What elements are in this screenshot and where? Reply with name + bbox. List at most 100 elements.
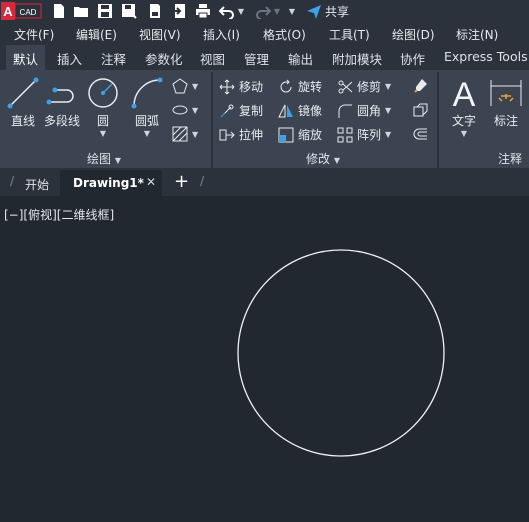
tab-insert[interactable]: 插入 xyxy=(57,49,82,68)
app-logo[interactable]: A CAD xyxy=(0,1,42,21)
menu-draw[interactable]: 绘图(D) xyxy=(392,26,435,43)
menu-format[interactable]: 格式(O) xyxy=(263,26,306,43)
text-tool-button[interactable]: A 文字 ▼ xyxy=(447,76,481,138)
undo-icon[interactable] xyxy=(218,2,236,20)
line-tool-button[interactable]: 直线 xyxy=(6,76,40,129)
ellipse-icon xyxy=(172,105,188,115)
tab-default[interactable]: 默认 xyxy=(6,45,46,70)
polygon-icon xyxy=(172,78,188,94)
trim-label: 修剪 xyxy=(357,80,382,94)
ellipse-tool-button[interactable]: ▼ xyxy=(172,102,198,118)
paper-plane-icon xyxy=(307,4,321,19)
modify-panel-title-text: 修改 xyxy=(306,152,331,166)
menu-insert[interactable]: 插入(I) xyxy=(203,26,240,43)
tab-collaborate[interactable]: 协作 xyxy=(400,49,425,68)
new-file-icon[interactable] xyxy=(50,2,68,20)
circle-tool-button[interactable]: 圆 ▼ xyxy=(86,76,120,138)
polyline-tool-button[interactable]: 多段线 xyxy=(44,76,80,129)
menu-edit[interactable]: 编辑(E) xyxy=(76,26,117,43)
polygon-tool-button[interactable]: ▼ xyxy=(172,78,198,94)
rotate-icon xyxy=(280,79,292,92)
redo-icon[interactable] xyxy=(254,2,272,20)
tab-parametric[interactable]: 参数化 xyxy=(145,49,183,68)
offset-icon xyxy=(413,128,427,140)
file-tab-drawing1[interactable]: Drawing1* xyxy=(73,176,144,190)
text-a-icon: A xyxy=(453,76,476,110)
ribbon-tab-bar: 默认 插入 注释 参数化 视图 管理 输出 附加模块 协作 Express To… xyxy=(0,45,529,71)
modify-panel-title[interactable]: 修改 ▼ xyxy=(306,150,340,167)
drawing-viewport[interactable] xyxy=(0,196,529,522)
move-label: 移动 xyxy=(239,80,264,94)
copy-icon xyxy=(220,104,234,117)
logo-letter: A xyxy=(3,4,13,19)
menu-dimension[interactable]: 标注(N) xyxy=(456,26,498,43)
print-icon[interactable] xyxy=(194,2,212,20)
move-icon xyxy=(219,79,235,94)
erase-button[interactable] xyxy=(412,78,428,94)
tab-manage[interactable]: 管理 xyxy=(244,49,269,68)
explode-button[interactable] xyxy=(412,102,428,118)
open-folder-icon[interactable] xyxy=(72,2,90,20)
close-tab-icon[interactable]: ✕ xyxy=(146,175,156,189)
save-as-icon[interactable] xyxy=(120,2,138,20)
new-tab-plus-icon[interactable]: + xyxy=(174,171,189,192)
polyline-tool-label: 多段线 xyxy=(44,114,81,128)
dimension-tool-button[interactable]: 标注 xyxy=(489,76,523,129)
tab-separator: / xyxy=(200,174,205,188)
scale-button[interactable]: 缩放 xyxy=(278,126,322,143)
draw-panel-title-text: 绘图 xyxy=(87,152,112,166)
tab-annotate[interactable]: 注释 xyxy=(101,49,126,68)
export-icon[interactable] xyxy=(170,2,188,20)
copy-button[interactable]: 复制 xyxy=(219,102,263,119)
scissors-icon xyxy=(338,80,353,93)
move-button[interactable]: 移动 xyxy=(219,78,263,95)
redo-dropdown-icon[interactable]: ▼ xyxy=(272,2,282,20)
tab-addins[interactable]: 附加模块 xyxy=(332,49,382,68)
share-button[interactable]: 共享 xyxy=(306,3,349,20)
hatch-tool-button[interactable]: ▼ xyxy=(172,126,198,142)
draw-panel-title[interactable]: 绘图 ▼ xyxy=(87,150,121,167)
save-icon[interactable] xyxy=(96,2,114,20)
offset-button[interactable] xyxy=(412,126,428,142)
menu-tools[interactable]: 工具(T) xyxy=(329,26,370,43)
text-tool-label: 文字 xyxy=(451,114,476,128)
arc-tool-button[interactable]: 圆弧 ▼ xyxy=(130,76,164,138)
menu-bar: 文件(F) 编辑(E) 视图(V) 插入(I) 格式(O) 工具(T) 绘图(D… xyxy=(0,23,529,45)
tab-view[interactable]: 视图 xyxy=(200,49,225,68)
quick-access-toolbar: A CAD ▼ ▼ ▼ 共享 xyxy=(0,0,529,23)
stretch-label: 拉伸 xyxy=(239,128,264,142)
stretch-button[interactable]: 拉伸 xyxy=(219,126,263,143)
viewport-controls-label[interactable]: [−][俯视][二维线框] xyxy=(4,206,114,223)
arc-dropdown-icon[interactable]: ▼ xyxy=(144,129,150,138)
customize-qat-icon[interactable]: ▼ xyxy=(286,2,298,20)
fillet-label: 圆角 xyxy=(357,104,382,118)
logo-text: CAD xyxy=(20,8,37,17)
circle-tool-label: 圆 xyxy=(96,114,109,128)
plot-publish-icon[interactable] xyxy=(146,2,164,20)
rotate-label: 旋转 xyxy=(298,80,323,94)
array-button[interactable]: 阵列 ▼ xyxy=(337,126,391,143)
fillet-button[interactable]: 圆角 ▼ xyxy=(337,102,391,119)
tab-express-tools[interactable]: Express Tools xyxy=(444,49,528,64)
tab-separator: / xyxy=(10,174,15,188)
panel-divider xyxy=(211,72,213,168)
undo-dropdown-icon[interactable]: ▼ xyxy=(236,2,246,20)
tab-output[interactable]: 输出 xyxy=(288,49,313,68)
circle-dropdown-icon[interactable]: ▼ xyxy=(100,129,106,138)
mirror-button[interactable]: 镜像 xyxy=(278,102,322,119)
dimension-icon xyxy=(490,80,522,106)
eraser-icon xyxy=(414,79,427,93)
trim-button[interactable]: 修剪 ▼ xyxy=(337,78,391,95)
panel-divider xyxy=(437,72,439,168)
menu-view[interactable]: 视图(V) xyxy=(139,26,181,43)
svg-text:A: A xyxy=(453,76,476,110)
menu-file[interactable]: 文件(F) xyxy=(14,26,54,43)
mirror-icon xyxy=(278,104,293,117)
share-label: 共享 xyxy=(325,5,350,19)
file-tab-start[interactable]: 开始 xyxy=(25,176,49,193)
annotation-panel-title[interactable]: 注释 xyxy=(498,150,522,167)
drawn-circle[interactable] xyxy=(237,249,445,457)
rotate-button[interactable]: 旋转 xyxy=(278,78,322,95)
scale-label: 缩放 xyxy=(298,128,323,142)
drawing-canvas[interactable] xyxy=(0,196,529,522)
